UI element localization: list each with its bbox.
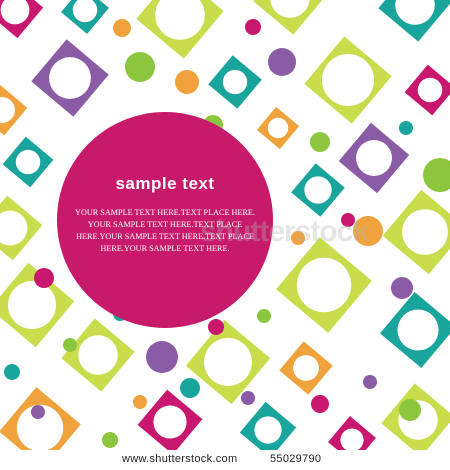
- diamond-shape: [239, 401, 297, 450]
- dot-shape: [257, 309, 271, 323]
- diamond-shape: [328, 416, 376, 450]
- diamond-shape: [137, 389, 203, 450]
- diamond-shape: [291, 163, 345, 217]
- dot-shape: [63, 338, 77, 352]
- dot-shape: [180, 378, 200, 398]
- dot-shape: [245, 19, 261, 35]
- dot-shape: [391, 277, 413, 299]
- dot-shape: [399, 399, 421, 421]
- diamond-shape: [0, 0, 44, 39]
- card-body-line: YOUR SAMPLE TEXT HERE.TEXT PLACE HERE.: [75, 208, 255, 217]
- diamond-shape: [2, 136, 54, 188]
- postcard-canvas: shutterstock sample text YOUR SAMPLE TEX…: [0, 0, 450, 470]
- card-headline: sample text: [115, 174, 215, 193]
- dot-shape: [133, 395, 147, 409]
- diamond-shape: [0, 387, 81, 450]
- dot-shape: [311, 395, 329, 413]
- card-body-line: HERE.YOUR SAMPLE TEXT HERE.: [100, 244, 230, 253]
- diamond-shape: [378, 0, 450, 42]
- diamond-shape: [0, 195, 43, 261]
- diamond-shape: [279, 341, 333, 395]
- dot-shape: [34, 268, 54, 288]
- footer-site[interactable]: www.shutterstock.com: [122, 453, 237, 465]
- footer-image-id: 55029790: [270, 453, 322, 465]
- diamond-shape: [256, 106, 300, 150]
- dot-shape: [4, 364, 20, 380]
- dot-shape: [310, 132, 330, 152]
- diamond-shape: [61, 318, 135, 392]
- diamond-shape: [253, 0, 327, 35]
- diamond-shape: [382, 189, 450, 275]
- diamond-shape: [338, 122, 410, 194]
- diamond-shape: [61, 0, 109, 34]
- dot-shape: [146, 341, 178, 373]
- dot-shape: [102, 432, 118, 448]
- diamond-shape: [208, 55, 262, 109]
- dot-shape: [125, 52, 155, 82]
- dot-shape: [399, 121, 413, 135]
- diamond-shape: [276, 237, 372, 333]
- dot-shape: [241, 391, 255, 405]
- dot-shape: [363, 375, 377, 389]
- card-body-line: HERE.YOUR SAMPLE TEXT HERE.TEXT PLACE: [76, 232, 254, 241]
- dot-shape: [31, 405, 45, 419]
- dot-shape: [268, 48, 296, 76]
- diamond-shape: [31, 39, 109, 117]
- dot-shape: [113, 19, 131, 37]
- dot-shape: [175, 70, 199, 94]
- diamond-shape: [379, 291, 450, 369]
- diamond-shape: [0, 84, 28, 136]
- diamond-shape: [404, 64, 450, 116]
- dot-shape: [423, 158, 450, 192]
- diamond-shape: [304, 36, 392, 124]
- diamond-shape: [136, 0, 224, 59]
- dot-shape: [208, 319, 224, 335]
- card-body-line: YOUR SAMPLE TEXT HERE.TEXT PLACE: [87, 220, 243, 229]
